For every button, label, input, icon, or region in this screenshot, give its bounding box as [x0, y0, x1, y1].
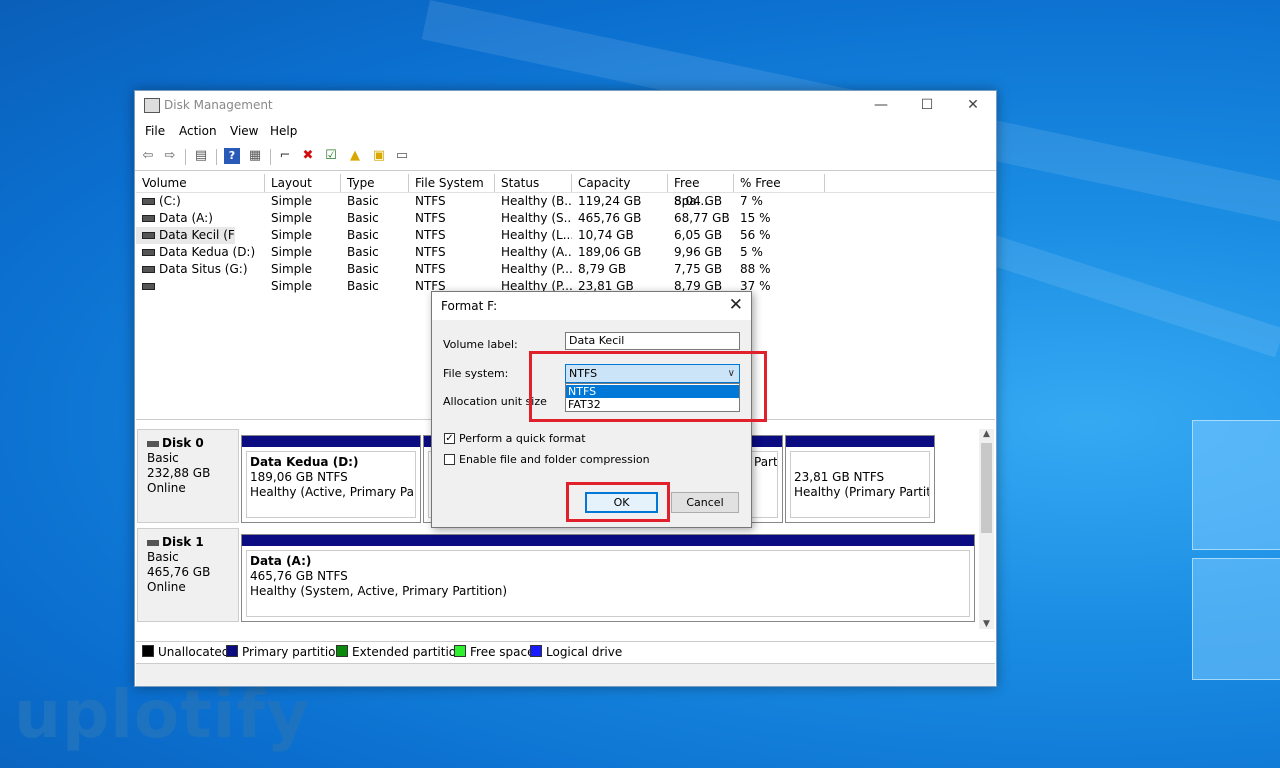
column-percent-free[interactable]: % Free: [734, 174, 825, 192]
menu-file[interactable]: File: [145, 124, 165, 138]
quick-format-checkbox[interactable]: ✓: [444, 433, 455, 444]
drive-icon: [142, 232, 155, 239]
settings-list-icon[interactable]: ▭: [394, 148, 410, 164]
volume-label-text: Volume label:: [443, 338, 518, 351]
legend-swatch: [142, 645, 154, 657]
column-volume[interactable]: Volume: [136, 174, 265, 192]
drive-icon: [142, 215, 155, 222]
maximize-button[interactable]: ☐: [904, 91, 950, 119]
legend-swatch: [336, 645, 348, 657]
quick-format-label: Perform a quick format: [459, 432, 586, 445]
window-title: Disk Management: [164, 98, 273, 112]
column-type[interactable]: Type: [341, 174, 409, 192]
menu-view[interactable]: View: [230, 124, 258, 138]
close-icon[interactable]: ✕: [729, 295, 743, 315]
column-layout[interactable]: Layout: [265, 174, 341, 192]
drive-icon: [142, 198, 155, 205]
compression-checkbox[interactable]: [444, 454, 455, 465]
disk-0-label[interactable]: Disk 0 Basic 232,88 GB Online: [137, 429, 239, 523]
partition-data-kedua[interactable]: Data Kedua (D:) 189,06 GB NTFS Healthy (…: [241, 435, 421, 523]
close-button[interactable]: ✕: [950, 91, 996, 119]
partition-legend: Unallocated Primary partition Extended p…: [136, 641, 995, 662]
folder-up-icon[interactable]: ▲: [347, 148, 363, 164]
check-icon[interactable]: ☑: [323, 148, 339, 164]
table-row[interactable]: Data Kedua (D:) Simple Basic NTFS Health…: [136, 244, 995, 261]
delete-icon[interactable]: ✖: [300, 148, 316, 164]
disk-icon: [147, 440, 159, 447]
highlight-box-ok: [566, 482, 670, 522]
volume-label-input[interactable]: Data Kecil: [565, 332, 740, 350]
scroll-thumb[interactable]: [981, 443, 992, 533]
volume-list-header: Volume Layout Type File System Status Ca…: [136, 174, 995, 208]
table-row[interactable]: Data Situs (G:) Simple Basic NTFS Health…: [136, 261, 995, 278]
compression-label: Enable file and folder compression: [459, 453, 650, 466]
console-tree-icon[interactable]: ▤: [193, 148, 209, 164]
disk-1-label[interactable]: Disk 1 Basic 465,76 GB Online: [137, 528, 239, 622]
disk-management-icon: [144, 98, 160, 113]
menu-action[interactable]: Action: [179, 124, 217, 138]
column-free-space[interactable]: Free Spa...: [668, 174, 734, 208]
folder-search-icon[interactable]: ▣: [371, 148, 387, 164]
partition-data-situs[interactable]: 23,81 GB NTFS Healthy (Primary Partition: [785, 435, 935, 523]
column-status[interactable]: Status: [495, 174, 572, 192]
scroll-up-icon[interactable]: ▲: [979, 429, 994, 439]
column-file-system[interactable]: File System: [409, 174, 495, 192]
toolbar: ⇦ ⇨ ▤ ? ▦ ⌐ ✖ ☑ ▲ ▣ ▭: [135, 144, 996, 171]
disk-icon: [147, 539, 159, 546]
legend-swatch: [530, 645, 542, 657]
title-bar: Disk Management — ☐ ✕: [135, 91, 996, 119]
back-arrow-icon[interactable]: ⇦: [140, 148, 156, 164]
desktop-light-beam: [970, 230, 1280, 358]
forward-arrow-icon[interactable]: ⇨: [162, 148, 178, 164]
format-dialog-title: Format F:: [441, 299, 498, 313]
watermark-logo: uplotify: [14, 676, 311, 753]
drive-icon: [142, 249, 155, 256]
format-dialog-title-bar: Format F: ✕: [432, 292, 751, 320]
table-row[interactable]: (C:) Simple Basic NTFS Healthy (B... 119…: [136, 193, 995, 210]
partition-data-a[interactable]: Data (A:) 465,76 GB NTFS Healthy (System…: [241, 534, 975, 622]
file-system-text: File system:: [443, 367, 509, 380]
help-icon[interactable]: ?: [224, 148, 240, 164]
properties-list-icon[interactable]: ▦: [247, 148, 263, 164]
drive-icon: [142, 266, 155, 273]
table-row[interactable]: Data Kecil (F:) Simple Basic NTFS Health…: [136, 227, 995, 244]
column-capacity[interactable]: Capacity: [572, 174, 668, 192]
menu-help[interactable]: Help: [270, 124, 297, 138]
cancel-button[interactable]: Cancel: [671, 492, 739, 513]
disk-pane-scrollbar[interactable]: ▲ ▼: [979, 429, 994, 629]
legend-swatch: [454, 645, 466, 657]
scroll-down-icon[interactable]: ▼: [979, 619, 994, 629]
legend-swatch: [226, 645, 238, 657]
drive-icon: [142, 283, 155, 290]
status-bar: [136, 663, 995, 686]
table-row[interactable]: Data (A:) Simple Basic NTFS Healthy (S..…: [136, 210, 995, 227]
highlight-box-file-system: [529, 351, 767, 422]
connect-drive-icon[interactable]: ⌐: [277, 148, 293, 164]
minimize-button[interactable]: —: [858, 91, 904, 119]
